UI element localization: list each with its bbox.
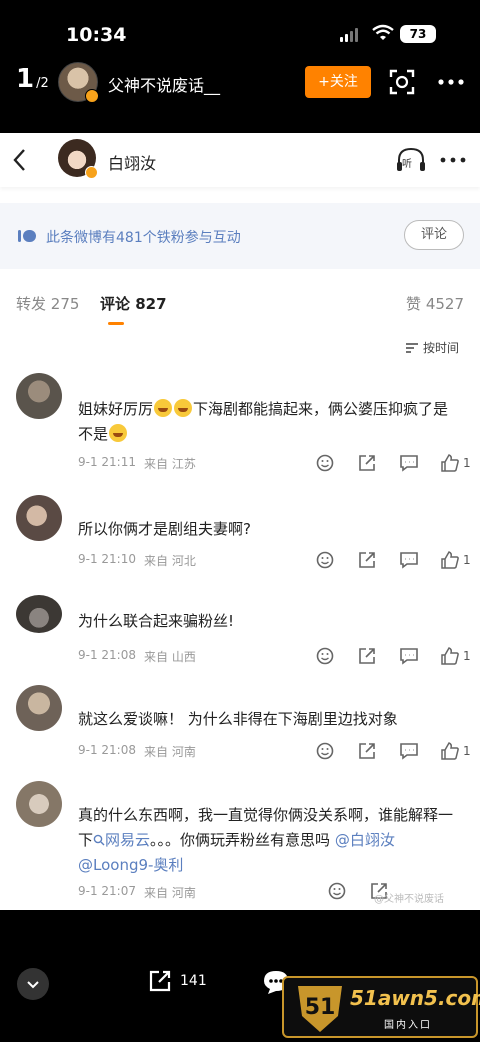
watermark: @父神不说废话 xyxy=(374,894,444,905)
commenter-avatar[interactable] xyxy=(16,495,62,541)
reply-icon[interactable] xyxy=(398,453,420,473)
comment-text: 真的什么东西啊，我一直觉得你俩没关系啊，谁能解释一下 网易云。。。你俩玩弄粉丝有意… xyxy=(78,806,454,874)
author-avatar[interactable] xyxy=(58,62,99,103)
profile-bar: 白翊汝 听 xyxy=(0,133,480,187)
comment-actions: 1 xyxy=(314,550,471,570)
comment-text: 就这么爱谈嘛！ 为什么非得在下海剧里边找对象 xyxy=(78,710,398,728)
comment-sheet: 白翊汝 听 此条微博有481个铁粉参与互动 评论 转发 275 评论 827 赞… xyxy=(0,133,480,910)
collapse-button[interactable] xyxy=(17,968,49,1000)
author-name[interactable]: 父神不说废话__ xyxy=(108,72,220,96)
comment-meta: 9-1 21:11 来自 江苏 xyxy=(78,455,196,471)
emoji-react-icon[interactable] xyxy=(314,550,336,570)
post-tabs: 转发 275 评论 827 赞 4527 xyxy=(0,293,480,317)
wifi-icon xyxy=(372,24,394,40)
signal-icon xyxy=(340,28,358,42)
like-count: 1 xyxy=(463,649,471,663)
profile-name[interactable]: 白翊汝 xyxy=(108,150,156,174)
share-icon[interactable] xyxy=(356,741,378,761)
follow-button[interactable]: +关注 xyxy=(305,66,371,98)
emoji-react-icon[interactable] xyxy=(314,453,336,473)
chevron-down-icon xyxy=(27,981,39,989)
commenter-avatar[interactable] xyxy=(16,685,62,731)
comment-text: 为什么联合起来骗粉丝! xyxy=(78,612,235,630)
search-link[interactable]: 网易云 xyxy=(93,831,150,849)
mention-link[interactable]: @白翊汝 xyxy=(335,831,395,849)
like-icon[interactable] xyxy=(440,741,460,761)
sort-label: 按时间 xyxy=(423,341,460,355)
comment-meta: 9-1 21:07 来自 河南 xyxy=(78,884,196,900)
like-icon[interactable] xyxy=(440,453,460,473)
svg-text:51: 51 xyxy=(305,995,336,1020)
mention-link[interactable]: @Loong9-奥利 xyxy=(78,856,183,874)
laugh-emoji-icon xyxy=(154,399,173,417)
share-icon xyxy=(149,970,171,992)
shield-logo-icon: 51 xyxy=(298,986,342,1032)
like-icon[interactable] xyxy=(440,550,460,570)
emoji-react-icon[interactable] xyxy=(314,741,336,761)
share-icon[interactable] xyxy=(356,646,378,666)
battery-indicator: 73 xyxy=(400,25,436,43)
image-pager: 1/2 xyxy=(16,64,49,94)
more-icon[interactable] xyxy=(436,68,466,96)
tab-likes[interactable]: 赞 4527 xyxy=(406,293,464,314)
fan-banner-text: 此条微博有481个铁粉参与互动 xyxy=(46,230,241,246)
commenter-avatar[interactable] xyxy=(16,781,62,827)
verified-badge-icon xyxy=(85,89,99,103)
fans-icon xyxy=(18,230,36,242)
commenter-avatar[interactable] xyxy=(16,373,62,419)
site-logo-badge: 51 51awn5.com 国内入口 xyxy=(282,976,480,1038)
active-tab-indicator xyxy=(108,322,124,325)
comment-meta: 9-1 21:10 来自 河北 xyxy=(78,552,196,568)
listen-button[interactable]: 听 xyxy=(396,146,426,174)
sort-by-time-button[interactable]: 按时间 xyxy=(405,339,459,356)
comment-meta: 9-1 21:08 来自 河南 xyxy=(78,743,196,759)
comment-text: 所以你俩才是剧组夫妻啊? xyxy=(78,520,251,538)
laugh-emoji-icon xyxy=(174,399,193,417)
clock: 10:34 xyxy=(66,24,127,46)
emoji-react-icon[interactable] xyxy=(326,881,348,901)
share-icon[interactable] xyxy=(356,550,378,570)
site-subtitle: 国内入口 xyxy=(384,1020,432,1031)
like-count: 1 xyxy=(463,553,471,567)
emoji-react-icon[interactable] xyxy=(314,646,336,666)
post-header: 1/2 父神不说废话__ +关注 xyxy=(0,60,480,132)
comment-actions: 1 xyxy=(314,453,471,473)
laugh-emoji-icon xyxy=(109,424,128,442)
scan-icon[interactable] xyxy=(388,68,416,96)
comment-actions: 1 xyxy=(314,741,471,761)
profile-avatar[interactable] xyxy=(58,139,98,179)
like-icon[interactable] xyxy=(440,646,460,666)
commenter-avatar[interactable] xyxy=(16,595,62,633)
more-icon[interactable] xyxy=(438,147,468,173)
comment-actions: 1 xyxy=(314,646,471,666)
reply-icon[interactable] xyxy=(398,741,420,761)
like-count: 1 xyxy=(463,744,471,758)
tab-reposts[interactable]: 转发 275 xyxy=(16,293,79,314)
bottom-bar: 141 51 51awn5.com 国内入口 xyxy=(0,910,480,1042)
fan-interaction-banner: 此条微博有481个铁粉参与互动 评论 xyxy=(0,203,480,269)
status-bar: 10:34 73 xyxy=(0,0,480,60)
repost-button[interactable]: 141 xyxy=(148,969,207,993)
sort-icon xyxy=(406,342,418,353)
back-icon[interactable] xyxy=(10,147,30,173)
comment-meta: 9-1 21:08 来自 山西 xyxy=(78,648,196,664)
repost-count: 141 xyxy=(180,973,207,989)
share-icon[interactable] xyxy=(356,453,378,473)
comment-button[interactable]: 评论 xyxy=(404,220,464,250)
verified-badge-icon xyxy=(85,166,98,179)
search-icon xyxy=(93,834,105,846)
tab-comments[interactable]: 评论 827 xyxy=(100,293,167,314)
site-name: 51awn5.com xyxy=(350,986,480,1010)
listen-label: 听 xyxy=(402,159,412,170)
comment-text: 姐妹好厉厉 下海剧都能搞起来，俩公婆压抑疯了是不是 xyxy=(78,399,449,443)
reply-icon[interactable] xyxy=(398,646,420,666)
reply-icon[interactable] xyxy=(398,550,420,570)
like-count: 1 xyxy=(463,456,471,470)
